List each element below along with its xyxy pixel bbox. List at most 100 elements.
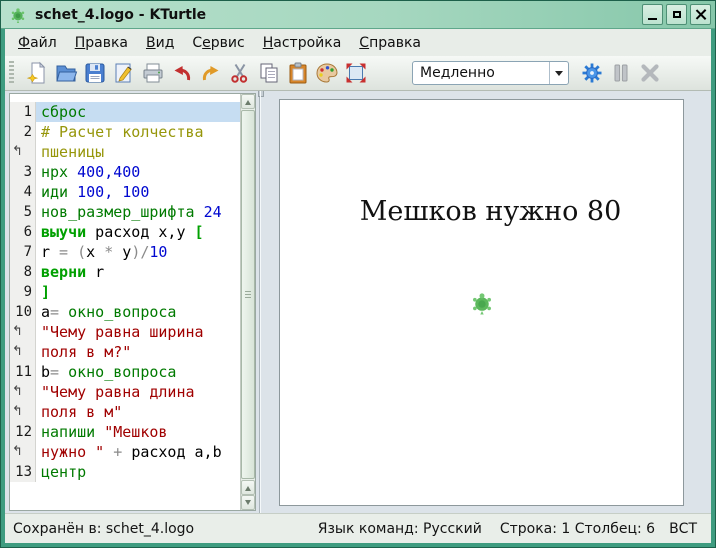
statusbar: Сохранён в: schet_4.logo Язык команд: Ру…	[5, 513, 711, 543]
arrow-up-icon	[245, 97, 251, 105]
line-number: 1	[10, 102, 36, 122]
scroll-up-button[interactable]	[241, 94, 255, 109]
code-line: 11b= окно_вопроса	[10, 362, 240, 382]
code-text: напиши "Мешков	[36, 422, 240, 442]
print-button[interactable]	[139, 59, 166, 87]
scroll-up-button-2[interactable]	[241, 480, 255, 495]
menu-item-view[interactable]: Вид	[137, 32, 183, 54]
code-text: верни r	[36, 262, 240, 282]
code-lines: 1сброс2# Расчет колчества↰пшеницы3нрх 40…	[10, 102, 240, 482]
scroll-down-button[interactable]	[241, 495, 255, 510]
code-line: 9]	[10, 282, 240, 302]
code-text: нов_размер_шрифта 24	[36, 202, 240, 222]
line-number: 7	[10, 242, 36, 262]
print-icon	[141, 61, 165, 85]
code-line: 8верни r	[10, 262, 240, 282]
scrollbar-grip-icon	[245, 291, 251, 299]
arrow-down-icon	[245, 500, 251, 508]
code-line: ↰пшеницы	[10, 142, 240, 162]
paste-icon	[286, 61, 310, 85]
line-number: 3	[10, 162, 36, 182]
canvas-output-text: Мешков нужно 80	[280, 196, 683, 227]
cut-button[interactable]	[226, 59, 253, 87]
fullscreen-button[interactable]	[342, 59, 369, 87]
line-wrap-icon: ↰	[10, 382, 36, 402]
redo-button[interactable]	[197, 59, 224, 87]
toolbar-grip[interactable]	[9, 61, 14, 85]
line-number: 5	[10, 202, 36, 222]
titlebar: schet_4.logo - KTurtle	[1, 1, 715, 29]
code-text: нужно " + расход a,b	[36, 442, 240, 462]
code-editor[interactable]: 1сброс2# Расчет колчества↰пшеницы3нрх 40…	[9, 93, 256, 511]
line-number: 4	[10, 182, 36, 202]
edit-file-button[interactable]	[110, 59, 137, 87]
copy-button[interactable]	[255, 59, 282, 87]
code-text: центр	[36, 462, 240, 482]
open-file-button[interactable]	[52, 59, 79, 87]
chevron-down-icon	[555, 71, 563, 80]
menu-item-tools[interactable]: Сервис	[183, 32, 253, 54]
pause-icon	[609, 61, 633, 85]
status-saved: Сохранён в: schet_4.logo	[13, 521, 318, 537]
code-line: 12напиши "Мешков	[10, 422, 240, 442]
code-text: "Чему равна ширина	[36, 322, 240, 342]
status-insert-mode: ВСТ	[669, 521, 697, 537]
toolbar-file-group	[22, 59, 370, 87]
undo-button[interactable]	[168, 59, 195, 87]
code-line: ↰нужно " + расход a,b	[10, 442, 240, 462]
close-button[interactable]	[690, 4, 711, 25]
save-file-icon	[83, 61, 107, 85]
paste-button[interactable]	[284, 59, 311, 87]
color-picker-icon	[315, 61, 339, 85]
maximize-icon	[673, 11, 681, 18]
code-line: 2# Расчет колчества	[10, 122, 240, 142]
status-language: Язык команд: Русский	[318, 521, 482, 537]
edit-file-icon	[112, 61, 136, 85]
menu-item-settings[interactable]: Настройка	[254, 32, 351, 54]
scrollbar-thumb[interactable]	[241, 110, 255, 479]
line-wrap-icon: ↰	[10, 322, 36, 342]
code-line: 4иди 100, 100	[10, 182, 240, 202]
new-file-icon	[25, 61, 49, 85]
abort-icon	[638, 61, 662, 85]
line-number: 2	[10, 122, 36, 142]
maximize-button[interactable]	[666, 4, 687, 25]
code-text: a= окно_вопроса	[36, 302, 240, 322]
line-wrap-icon: ↰	[10, 442, 36, 462]
line-number: 12	[10, 422, 36, 442]
code-text: поля в м"	[36, 402, 240, 422]
arrow-up-icon	[245, 483, 251, 491]
new-file-button[interactable]	[23, 59, 50, 87]
line-number: 11	[10, 362, 36, 382]
execute-button[interactable]	[578, 59, 605, 87]
minimize-button[interactable]	[642, 4, 663, 25]
save-file-button[interactable]	[81, 59, 108, 87]
menubar: ФайлПравкаВидСервисНастройкаСправка	[5, 29, 711, 56]
close-icon	[695, 9, 706, 20]
cut-icon	[228, 61, 252, 85]
code-line: 6выучи расход x,y [	[10, 222, 240, 242]
code-text: сброс	[36, 102, 240, 122]
redo-icon	[199, 61, 223, 85]
line-wrap-icon: ↰	[10, 342, 36, 362]
run-speed-dropdown-button[interactable]	[549, 62, 568, 84]
line-number: 9	[10, 282, 36, 302]
code-text: пшеницы	[36, 142, 240, 162]
run-speed-select[interactable]: Медленно	[412, 61, 569, 85]
line-number: 6	[10, 222, 36, 242]
editor-scrollbar[interactable]	[240, 94, 255, 510]
code-line: 7r = (x * y)/10	[10, 242, 240, 262]
code-text: "Чему равна длина	[36, 382, 240, 402]
abort-button[interactable]	[636, 59, 663, 87]
code-line: ↰"Чему равна длина	[10, 382, 240, 402]
pause-button[interactable]	[607, 59, 634, 87]
editor-canvas-splitter[interactable]	[256, 91, 264, 513]
status-cursor-position: Строка: 1 Столбец: 6	[500, 521, 655, 537]
menu-item-file[interactable]: Файл	[9, 32, 66, 54]
line-wrap-icon: ↰	[10, 142, 36, 162]
code-line: 3нрх 400,400	[10, 162, 240, 182]
code-text: выучи расход x,y [	[36, 222, 240, 242]
color-picker-button[interactable]	[313, 59, 340, 87]
menu-item-help[interactable]: Справка	[350, 32, 430, 54]
menu-item-edit[interactable]: Правка	[66, 32, 137, 54]
